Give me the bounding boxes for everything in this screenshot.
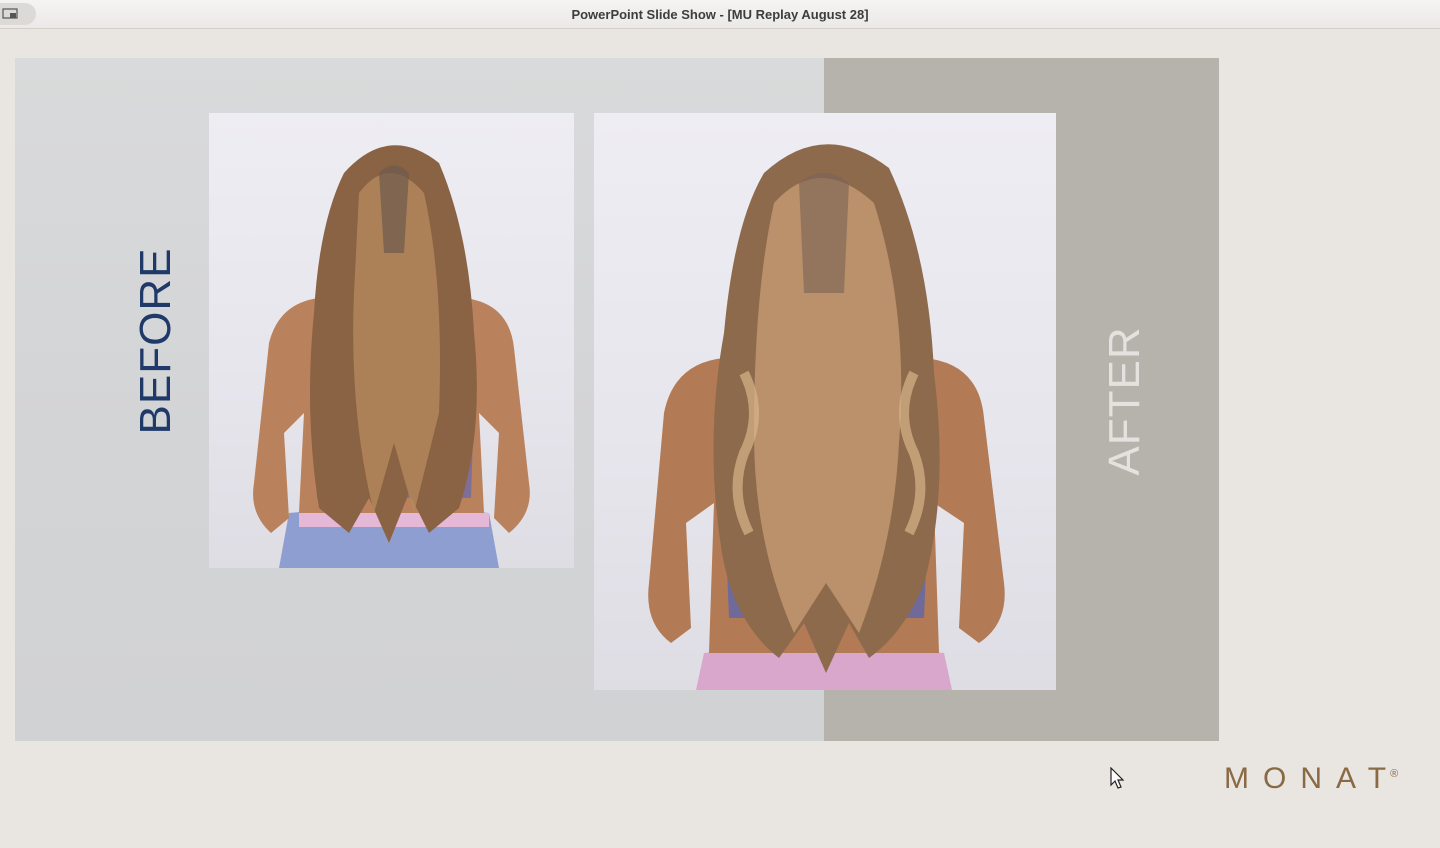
slide-canvas[interactable]: BEFORE AFTER [15, 58, 1219, 741]
before-label: BEFORE [131, 247, 180, 435]
after-label: AFTER [1100, 326, 1149, 476]
after-photo [594, 113, 1056, 690]
window-title-bar: PowerPoint Slide Show - [MU Replay Augus… [0, 0, 1440, 29]
logo-registered-mark: ® [1390, 768, 1399, 780]
window-title: PowerPoint Slide Show - [MU Replay Augus… [571, 7, 869, 22]
monat-logo: MONAT® [1224, 762, 1408, 796]
mouse-pointer-icon [1110, 767, 1125, 789]
logo-text: MONAT [1224, 762, 1401, 795]
before-photo [209, 113, 574, 568]
